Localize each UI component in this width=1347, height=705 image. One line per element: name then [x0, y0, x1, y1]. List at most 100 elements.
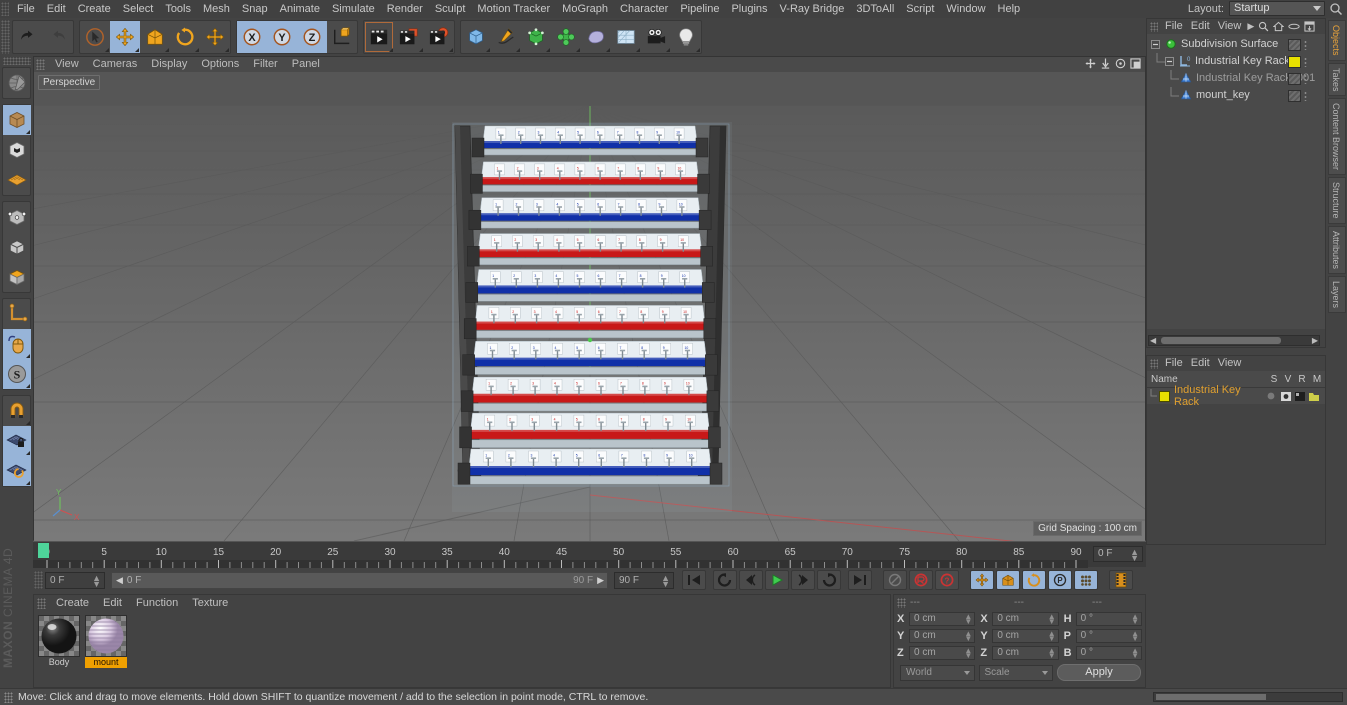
layer-color-swatch[interactable] — [1159, 390, 1170, 402]
object-tag[interactable] — [1288, 90, 1301, 102]
polygon-mode-button[interactable] — [3, 262, 31, 292]
object-tag[interactable] — [1288, 73, 1301, 85]
add-deformer-button[interactable] — [551, 21, 581, 53]
current-frame-input[interactable]: 0 F ▲ ▼ — [45, 571, 105, 589]
position-z-input[interactable]: 0 cm ▲ ▼ — [909, 645, 976, 660]
soft-selection-button[interactable]: S — [3, 359, 31, 389]
position-x-input[interactable]: 0 cm ▲ ▼ — [909, 611, 976, 626]
menu-item-tools[interactable]: Tools — [159, 0, 197, 18]
lock-x-axis-button[interactable]: X — [237, 21, 267, 53]
animbar-grip[interactable] — [34, 571, 43, 589]
workplane-mode-button[interactable] — [3, 165, 31, 195]
layer-menu-file[interactable]: File — [1161, 356, 1187, 371]
menu-item-v-ray-bridge[interactable]: V-Ray Bridge — [774, 0, 851, 18]
right-tab-objects[interactable]: Objects — [1328, 20, 1346, 61]
material-menu-texture[interactable]: Texture — [185, 595, 235, 611]
spinner-icon[interactable]: ▲ ▼ — [964, 646, 972, 659]
project-end-input[interactable]: 90 F ▲ ▼ — [614, 571, 674, 589]
home-icon[interactable] — [1273, 21, 1285, 32]
menu-item-snap[interactable]: Snap — [236, 0, 274, 18]
menu-item-pipeline[interactable]: Pipeline — [674, 0, 725, 18]
viewport-menu-display[interactable]: Display — [144, 57, 194, 72]
viewport-menu-panel[interactable]: Panel — [285, 57, 327, 72]
right-tab-takes[interactable]: Takes — [1328, 62, 1346, 97]
layer-row[interactable]: Industrial Key Rack — [1147, 384, 1325, 408]
coordinates-grip[interactable] — [897, 597, 906, 608]
material-menu-grip[interactable] — [37, 597, 46, 609]
scale-key-button[interactable] — [996, 570, 1020, 590]
spinner-icon[interactable]: ▲ ▼ — [1048, 646, 1056, 659]
layer-rows[interactable]: Industrial Key Rack — [1147, 384, 1325, 408]
menu-item-mesh[interactable]: Mesh — [197, 0, 236, 18]
right-tab-layers[interactable]: Layers — [1328, 275, 1346, 313]
object-row[interactable]: 0 Industrial Key Rack — [1147, 53, 1325, 70]
render-settings-button[interactable] — [424, 21, 454, 53]
rotation-b-input[interactable]: 0 ° ▲ ▼ — [1075, 645, 1142, 660]
rotation-key-button[interactable] — [1022, 570, 1046, 590]
material-menu-create[interactable]: Create — [49, 595, 96, 611]
layer-manager-toggle[interactable] — [1309, 392, 1325, 401]
live-selection-tool[interactable] — [80, 21, 110, 53]
object-menu-view[interactable]: View — [1214, 19, 1246, 34]
timeline-ruler[interactable]: 051015202530354045505560657075808590 — [33, 542, 1088, 568]
layer-menu-edit[interactable]: Edit — [1187, 356, 1214, 371]
material-menu-edit[interactable]: Edit — [96, 595, 129, 611]
material-item[interactable]: Body — [38, 615, 80, 668]
previous-frame-button[interactable] — [739, 570, 763, 590]
capsule-icon[interactable] — [1288, 21, 1300, 32]
edge-mode-button[interactable] — [3, 232, 31, 262]
layer-menu-view[interactable]: View — [1214, 356, 1246, 371]
size-y-input[interactable]: 0 cm ▲ ▼ — [992, 628, 1059, 643]
enable-axis-button[interactable] — [3, 329, 31, 359]
menubar-grip[interactable] — [1, 2, 9, 16]
timeline-ruler-panel[interactable]: 051015202530354045505560657075808590 0 F… — [33, 541, 1146, 568]
spinner-icon[interactable]: ▲ ▼ — [1131, 612, 1139, 625]
object-dots-icon[interactable] — [1304, 40, 1307, 50]
layer-manager-grip[interactable] — [1150, 358, 1158, 369]
more-arrow-icon[interactable]: ▶ — [1247, 21, 1254, 32]
object-tag[interactable] — [1288, 39, 1301, 51]
menu-item-window[interactable]: Window — [940, 0, 991, 18]
expand-toggle[interactable] — [1165, 57, 1174, 66]
spinner-icon[interactable]: ▲ ▼ — [1048, 612, 1056, 625]
next-frame-button[interactable] — [791, 570, 815, 590]
lock-z-axis-button[interactable]: Z — [297, 21, 327, 53]
play-backwards-button[interactable] — [713, 570, 737, 590]
pla-key-button[interactable] — [1074, 570, 1098, 590]
object-dots-icon[interactable] — [1304, 91, 1307, 101]
keyframe-selection-button[interactable]: ? — [935, 570, 959, 590]
material-name[interactable]: Body — [38, 657, 80, 668]
material-name[interactable]: mount — [85, 657, 127, 668]
layer-visible-toggle[interactable] — [1281, 391, 1295, 401]
layer-render-toggle[interactable] — [1295, 391, 1309, 401]
object-row[interactable]: mount_key — [1147, 87, 1325, 104]
go-to-end-button[interactable] — [848, 570, 872, 590]
viewport-menu-options[interactable]: Options — [194, 57, 246, 72]
texture-mode-button[interactable] — [3, 135, 31, 165]
lock-y-axis-button[interactable]: Y — [267, 21, 297, 53]
menu-item-render[interactable]: Render — [381, 0, 429, 18]
menu-item-script[interactable]: Script — [900, 0, 940, 18]
menu-item-sculpt[interactable]: Sculpt — [429, 0, 472, 18]
size-x-input[interactable]: 0 cm ▲ ▼ — [992, 611, 1059, 626]
layout-icon[interactable] — [1304, 21, 1315, 32]
viewport-menu-filter[interactable]: Filter — [246, 57, 284, 72]
add-scene-button[interactable] — [581, 21, 611, 53]
axis-mode-button[interactable] — [3, 299, 31, 329]
menu-item-file[interactable]: File — [11, 0, 41, 18]
menu-item-3dtoall[interactable]: 3DToAll — [850, 0, 900, 18]
spinner-icon[interactable]: ▲ ▼ — [1130, 548, 1139, 563]
search-icon[interactable] — [1258, 21, 1269, 32]
render-to-picture-viewer-button[interactable] — [394, 21, 424, 53]
model-mode-button[interactable] — [3, 105, 31, 135]
coordinate-system-dropdown[interactable]: World — [900, 664, 975, 681]
status-bar-grip[interactable] — [4, 691, 13, 703]
range-left-handle-icon[interactable]: ◀ — [116, 573, 123, 588]
menu-item-select[interactable]: Select — [117, 0, 160, 18]
apply-button[interactable]: Apply — [1057, 664, 1141, 681]
object-menu-file[interactable]: File — [1161, 19, 1187, 34]
spinner-icon[interactable]: ▲ ▼ — [1131, 629, 1139, 642]
object-manager-grip[interactable] — [1150, 21, 1158, 32]
position-key-button[interactable] — [970, 570, 994, 590]
add-tool[interactable] — [200, 21, 230, 53]
